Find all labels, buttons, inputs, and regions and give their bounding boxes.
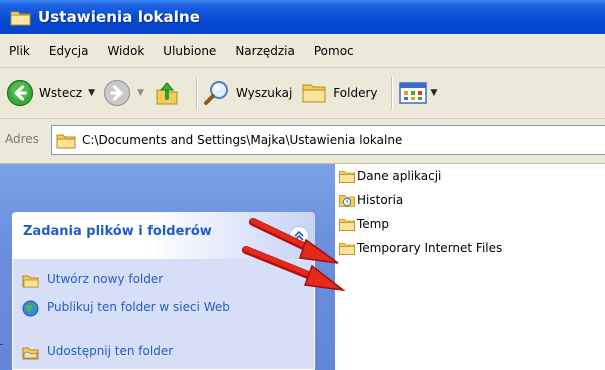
- folder-icon: [339, 218, 355, 231]
- back-dropdown-icon[interactable]: ▼: [88, 88, 95, 98]
- views-dropdown-icon[interactable]: ▼: [430, 88, 437, 98]
- folder-icon: [10, 11, 31, 25]
- search-label: Wyszukaj: [235, 86, 293, 100]
- search-icon: [203, 81, 228, 105]
- folders-button[interactable]: Foldery: [300, 74, 377, 112]
- toolbar: Wstecz ▼ ▼ Wyszukaj Foldery ▼: [0, 68, 605, 119]
- menu-tools[interactable]: Narzędzia: [235, 44, 295, 58]
- folders-label: Foldery: [333, 86, 378, 100]
- publish-web-icon: [22, 300, 39, 317]
- task-label: Publikuj ten folder w sieci Web: [47, 300, 230, 314]
- new-folder-icon: [22, 275, 39, 288]
- task-new-folder[interactable]: Utwórz nowy folder: [22, 271, 163, 289]
- folder-icon: [339, 242, 355, 255]
- folder-up-icon: [156, 82, 178, 105]
- back-arrow-icon: [6, 79, 34, 107]
- file-name: Temporary Internet Files: [357, 241, 503, 255]
- task-pane-header[interactable]: Zadania plików i folderów: [12, 212, 315, 259]
- task-list: Utwórz nowy folder Publikuj ten folder w…: [12, 259, 315, 370]
- file-name: Dane aplikacji: [357, 169, 442, 183]
- forward-dropdown-icon[interactable]: ▼: [137, 88, 144, 98]
- address-path: C:\Documents and Settings\Majka\Ustawien…: [82, 133, 403, 147]
- back-button[interactable]: Wstecz ▼: [6, 74, 95, 112]
- address-label: Adres: [5, 132, 39, 146]
- search-button[interactable]: Wyszukaj: [203, 74, 292, 112]
- toolbar-separator: [195, 77, 197, 109]
- task-share-folder[interactable]: Udostępnij ten folder: [22, 343, 173, 361]
- menu-edit[interactable]: Edycja: [49, 44, 89, 58]
- file-item-dane-aplikacji[interactable]: Dane aplikacji: [339, 166, 441, 186]
- history-folder-icon: [339, 194, 355, 207]
- up-button[interactable]: [152, 74, 182, 112]
- address-field[interactable]: C:\Documents and Settings\Majka\Ustawien…: [51, 125, 605, 155]
- views-icon: [399, 82, 428, 104]
- toolbar-separator: [391, 77, 393, 109]
- task-pane-title: Zadania plików i folderów: [23, 224, 212, 239]
- file-item-temp[interactable]: Temp: [339, 214, 389, 234]
- task-label: Udostępnij ten folder: [47, 344, 174, 358]
- folder-icon: [339, 170, 355, 183]
- forward-arrow-icon: [103, 79, 131, 107]
- address-bar: Adres C:\Documents and Settings\Majka\Us…: [0, 119, 605, 164]
- menu-favorites[interactable]: Ulubione: [163, 44, 216, 58]
- file-item-temporary-internet-files[interactable]: Temporary Internet Files: [339, 238, 502, 258]
- views-button[interactable]: ▼: [398, 74, 437, 112]
- menu-file[interactable]: Plik: [9, 44, 30, 58]
- title-bar[interactable]: Ustawienia lokalne: [0, 0, 605, 34]
- menu-help[interactable]: Pomoc: [314, 44, 354, 58]
- file-item-historia[interactable]: Historia: [339, 190, 403, 210]
- task-pane: Zadania plików i folderów Utwórz nowy fo…: [0, 164, 335, 370]
- folder-icon: [56, 134, 76, 148]
- menu-bar: Plik Edycja Widok Ulubione Narzędzia Pom…: [0, 34, 605, 68]
- back-label: Wstecz: [39, 86, 83, 100]
- forward-button[interactable]: ▼: [103, 74, 144, 112]
- file-name: Historia: [357, 193, 404, 207]
- file-list: Dane aplikacji Historia Temp Temporary I…: [335, 164, 605, 370]
- file-name: Temp: [357, 217, 389, 231]
- collapse-button[interactable]: [289, 226, 309, 246]
- task-publish-web[interactable]: Publikuj ten folder w sieci Web: [22, 299, 247, 317]
- menu-view[interactable]: Widok: [107, 44, 144, 58]
- task-label: Utwórz nowy folder: [47, 272, 164, 286]
- chevron-up-icon: [294, 230, 304, 241]
- folders-icon: [302, 84, 326, 103]
- edge-mark: [0, 344, 3, 345]
- window-title: Ustawienia lokalne: [38, 8, 201, 26]
- share-folder-icon: [22, 347, 39, 360]
